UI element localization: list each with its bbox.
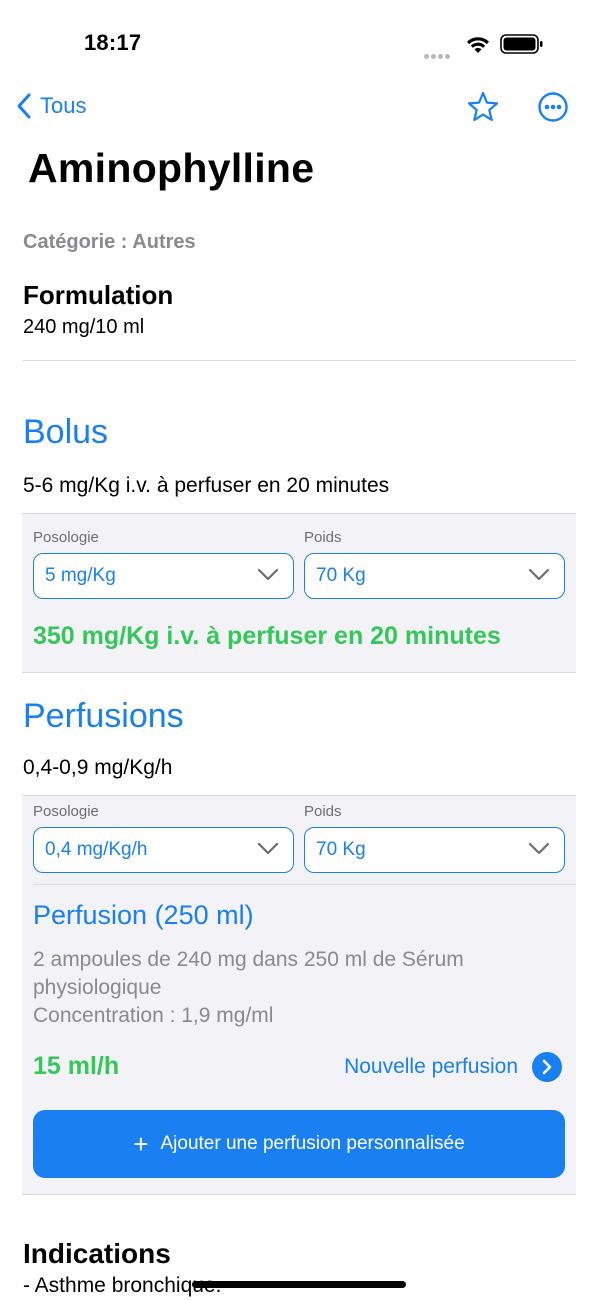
new-perfusion-label: Nouvelle perfusion	[344, 1055, 518, 1078]
bolus-weight-label: Poids	[304, 529, 342, 546]
page-title: Aminophylline	[28, 145, 315, 191]
indications-heading: Indications	[23, 1238, 171, 1269]
status-bar: 18:17	[0, 0, 598, 90]
bolus-description: 5-6 mg/Kg i.v. à perfuser en 20 minutes	[23, 474, 390, 497]
bolus-weight-select[interactable]: 70 Kg	[304, 553, 565, 599]
add-custom-perfusion-button[interactable]: + Ajouter une perfusion personnalisée	[33, 1110, 565, 1178]
section-divider	[23, 360, 576, 361]
perfusion-weight-value: 70 Kg	[316, 839, 366, 860]
perfusion-preparation-text: 2 ampoules de 240 mg dans 250 ml de Séru…	[33, 948, 464, 999]
more-options-icon[interactable]	[537, 90, 569, 124]
panel-divider	[33, 884, 576, 885]
perfusion-card-title: Perfusion (250 ml)	[33, 900, 254, 930]
status-time: 18:17	[84, 30, 142, 55]
back-button-label: Tous	[40, 93, 87, 118]
chevron-down-icon	[257, 842, 279, 855]
perfusion-dosage-value: 0,4 mg/Kg/h	[45, 839, 148, 860]
bolus-dosage-value: 5 mg/Kg	[45, 565, 116, 586]
bolus-weight-value: 70 Kg	[316, 565, 366, 586]
battery-icon	[500, 34, 543, 54]
chevron-right-circle-icon	[532, 1052, 562, 1082]
perfusion-weight-select[interactable]: 70 Kg	[304, 827, 565, 873]
formulation-heading: Formulation	[23, 280, 174, 310]
formulation-value: 240 mg/10 ml	[23, 316, 145, 338]
new-perfusion-button[interactable]: Nouvelle perfusion	[344, 1052, 562, 1082]
wifi-icon	[467, 37, 489, 53]
back-button[interactable]: Tous	[16, 92, 86, 120]
bolus-calculator-panel: Posologie Poids 5 mg/Kg 70 Kg 350 mg/Kg …	[22, 513, 576, 673]
bolus-result: 350 mg/Kg i.v. à perfuser en 20 minutes	[33, 622, 501, 650]
perfusions-heading: Perfusions	[23, 697, 184, 735]
navigation-bar: Tous	[0, 86, 598, 130]
chevron-down-icon	[528, 842, 550, 855]
plus-icon: +	[133, 1129, 149, 1159]
bolus-dosage-select[interactable]: 5 mg/Kg	[33, 553, 294, 599]
perfusion-dosage-label: Posologie	[33, 803, 99, 820]
chevron-left-icon	[17, 93, 31, 119]
chevron-down-icon	[528, 568, 550, 581]
favorite-star-icon[interactable]	[466, 90, 500, 124]
add-custom-perfusion-label: Ajouter une perfusion personnalisée	[160, 1133, 465, 1154]
perfusion-weight-label: Poids	[304, 803, 342, 820]
perfusion-concentration-text: Concentration : 1,9 mg/ml	[33, 1004, 274, 1027]
perfusion-rate: 15 ml/h	[33, 1052, 120, 1080]
perfusions-description: 0,4-0,9 mg/Kg/h	[23, 756, 173, 779]
cellular-signal-icon	[424, 46, 454, 59]
category-label: Catégorie : Autres	[23, 231, 196, 253]
chevron-down-icon	[257, 568, 279, 581]
perfusions-calculator-panel: Posologie Poids 0,4 mg/Kg/h 70 Kg Perfus…	[22, 795, 576, 1195]
bolus-dosage-label: Posologie	[33, 529, 99, 546]
perfusion-dosage-select[interactable]: 0,4 mg/Kg/h	[33, 827, 294, 873]
bolus-heading: Bolus	[23, 413, 109, 451]
home-indicator[interactable]	[192, 1281, 406, 1288]
